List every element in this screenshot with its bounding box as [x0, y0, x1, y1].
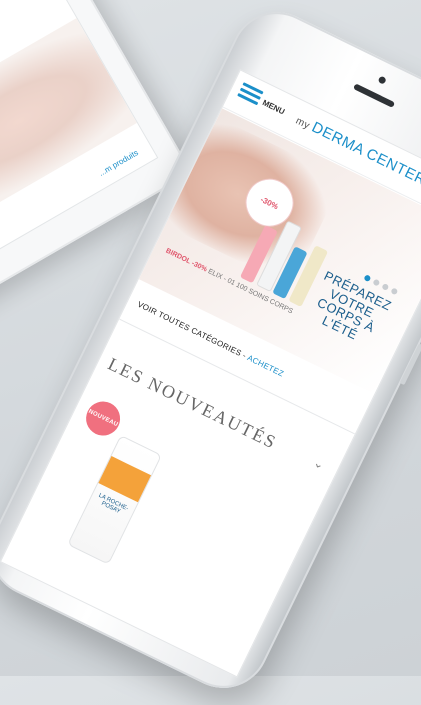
- banner-headline: PRÉPAREZ VOTRE CORPS À L'ÉTÉ: [314, 268, 395, 343]
- earpiece-speaker: [352, 83, 396, 108]
- shop-link[interactable]: ACHETEZ: [246, 353, 285, 378]
- new-badge: NOUVEAU: [80, 395, 126, 442]
- carousel-dot[interactable]: [381, 282, 390, 291]
- front-camera: [377, 75, 387, 85]
- promo-highlight: BIRDOL -30%: [164, 247, 209, 274]
- carousel-dot[interactable]: [390, 287, 399, 296]
- chevron-down-icon[interactable]: ⌄: [311, 455, 326, 472]
- carousel-dot[interactable]: [363, 274, 372, 283]
- product-tube[interactable]: LA ROCHE-POSAY: [67, 434, 163, 565]
- tablet-banner-image: [0, 18, 137, 250]
- hamburger-menu-icon[interactable]: [236, 82, 264, 108]
- side-button: [399, 343, 421, 386]
- logo-prefix: my: [293, 115, 312, 132]
- menu-label[interactable]: MENU: [261, 98, 286, 116]
- carousel-dot[interactable]: [372, 278, 381, 287]
- tablet-products-link[interactable]: ...m produits: [97, 148, 140, 178]
